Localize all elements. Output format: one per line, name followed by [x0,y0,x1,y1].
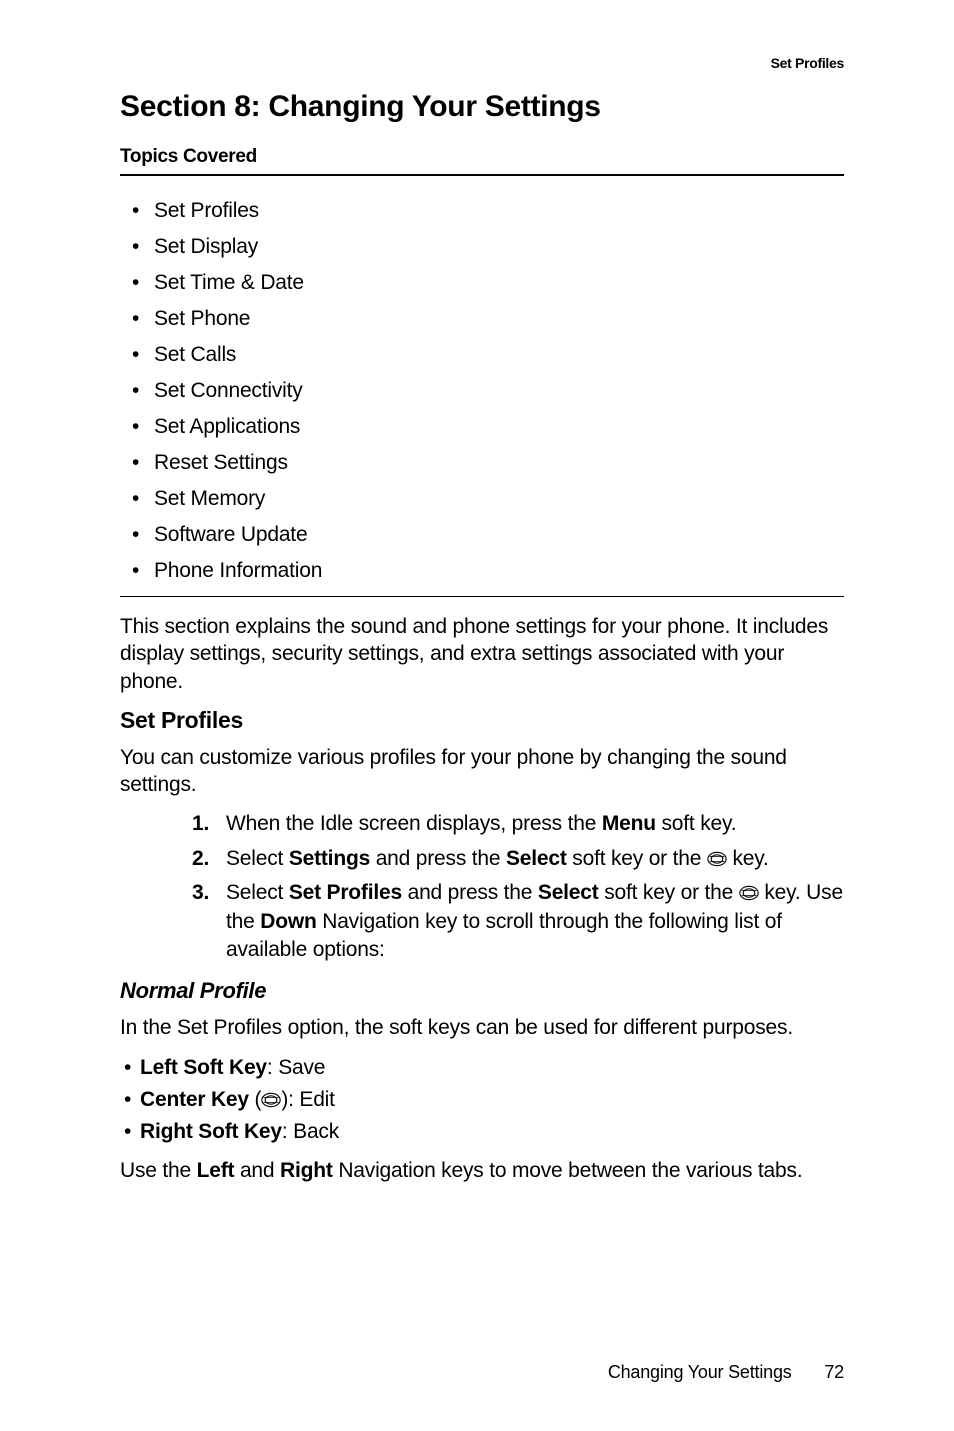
steps-list: When the Idle screen displays, press the… [192,810,844,964]
normal-profile-heading: Normal Profile [120,978,844,1004]
step-bold: Down [260,910,316,933]
key-label: Left Soft Key [140,1056,267,1079]
bold: Right [280,1159,333,1182]
step-text: soft key. [656,812,736,835]
step-item: Select Settings and press the Select sof… [192,845,844,873]
topics-list: Set Profiles Set Display Set Time & Date… [120,200,844,581]
list-item: Set Time & Date [128,272,844,293]
page-number: 72 [824,1362,844,1383]
list-item: Phone Information [128,560,844,581]
step-bold: Set Profiles [289,881,402,904]
list-item: Set Profiles [128,200,844,221]
set-profiles-lead: You can customize various profiles for y… [120,744,844,799]
list-item: Software Update [128,524,844,545]
key-value: : Back [282,1120,339,1143]
step-bold: Settings [289,847,370,870]
step-text: When the Idle screen displays, press the [226,812,602,835]
step-text: Select [226,847,289,870]
list-item: Set Display [128,236,844,257]
center-key-icon [739,885,759,901]
list-item: Set Calls [128,344,844,365]
list-item: Reset Settings [128,452,844,473]
step-text: soft key or the [599,881,739,904]
set-profiles-heading: Set Profiles [120,707,844,734]
step-text: key. [727,847,769,870]
footer-chapter: Changing Your Settings [608,1362,792,1382]
divider [120,596,844,597]
step-text: and press the [370,847,506,870]
page-footer: Changing Your Settings 72 [608,1362,844,1383]
list-item: Set Connectivity [128,380,844,401]
center-key-icon [707,851,727,867]
list-item: Set Applications [128,416,844,437]
step-text: and press the [402,881,538,904]
intro-paragraph: This section explains the sound and phon… [120,613,844,695]
list-item: Left Soft Key: Save [120,1054,844,1082]
text: Navigation keys to move between the vari… [333,1159,803,1182]
step-bold: Menu [602,812,656,835]
topics-covered-label: Topics Covered [120,146,844,176]
key-value: Edit [299,1088,334,1111]
running-head: Set Profiles [771,55,844,71]
paren: ): [281,1088,299,1111]
soft-key-list: Left Soft Key: Save Center Key (): Edit … [120,1054,844,1147]
key-value: : Save [267,1056,325,1079]
paren: ( [249,1088,261,1111]
step-item: When the Idle screen displays, press the… [192,810,844,838]
text: and [234,1159,280,1182]
normal-profile-lead: In the Set Profiles option, the soft key… [120,1014,844,1041]
text: Use the [120,1159,197,1182]
step-bold: Select [506,847,567,870]
step-text: soft key or the [567,847,707,870]
key-label: Center Key [140,1088,249,1111]
list-item: Set Memory [128,488,844,509]
page-title: Section 8: Changing Your Settings [120,90,844,124]
step-text: Select [226,881,289,904]
step-bold: Select [538,881,599,904]
list-item: Right Soft Key: Back [120,1118,844,1146]
nav-sentence: Use the Left and Right Navigation keys t… [120,1157,844,1184]
list-item: Set Phone [128,308,844,329]
center-key-icon [261,1092,281,1108]
list-item: Center Key (): Edit [120,1086,844,1114]
key-label: Right Soft Key [140,1120,282,1143]
bold: Left [197,1159,235,1182]
step-item: Select Set Profiles and press the Select… [192,879,844,964]
